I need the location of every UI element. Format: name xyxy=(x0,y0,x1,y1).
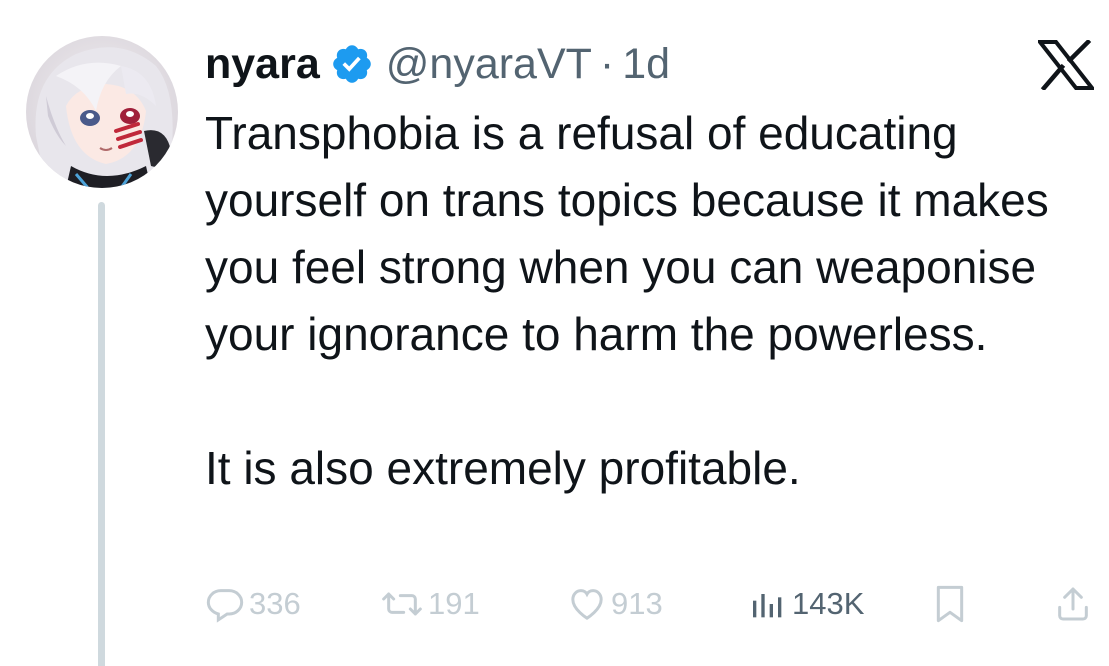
tweet-paragraph: Transphobia is a refusal of educating yo… xyxy=(205,107,1049,360)
share-button[interactable] xyxy=(1053,580,1093,628)
views-button[interactable]: 143K xyxy=(748,580,864,628)
tweet-header: nyara @nyaraVT · 1d xyxy=(205,34,670,94)
x-logo-icon xyxy=(1035,38,1097,92)
bookmark-button[interactable] xyxy=(932,580,968,628)
author-name[interactable]: nyara xyxy=(205,40,320,89)
like-button[interactable]: 913 xyxy=(567,580,663,628)
thread-line xyxy=(98,202,105,666)
share-icon xyxy=(1053,584,1093,624)
repost-icon xyxy=(380,584,424,624)
reply-count: 336 xyxy=(249,586,301,621)
tweet-paragraph: It is also extremely profitable. xyxy=(205,442,801,494)
verified-badge-icon xyxy=(330,42,374,86)
tweet-text: Transphobia is a refusal of educating yo… xyxy=(205,100,1095,502)
separator-dot: · xyxy=(599,39,615,88)
tweet-actions: 336 191 913 143K xyxy=(205,580,1095,628)
author-handle[interactable]: @nyaraVT xyxy=(386,40,592,89)
like-count: 913 xyxy=(611,586,663,621)
avatar-image xyxy=(26,36,178,188)
avatar[interactable] xyxy=(26,36,178,188)
tweet-timestamp[interactable]: 1d xyxy=(622,40,670,89)
views-count: 143K xyxy=(792,586,865,621)
reply-icon xyxy=(205,584,245,624)
repost-count: 191 xyxy=(428,586,480,621)
reply-button[interactable]: 336 xyxy=(205,580,301,628)
views-chart-icon xyxy=(748,584,788,624)
repost-button[interactable]: 191 xyxy=(380,580,480,628)
bookmark-icon xyxy=(932,584,968,624)
tweet-card: nyara @nyaraVT · 1d Transphobia is a ref… xyxy=(0,0,1109,666)
heart-icon xyxy=(567,584,607,624)
